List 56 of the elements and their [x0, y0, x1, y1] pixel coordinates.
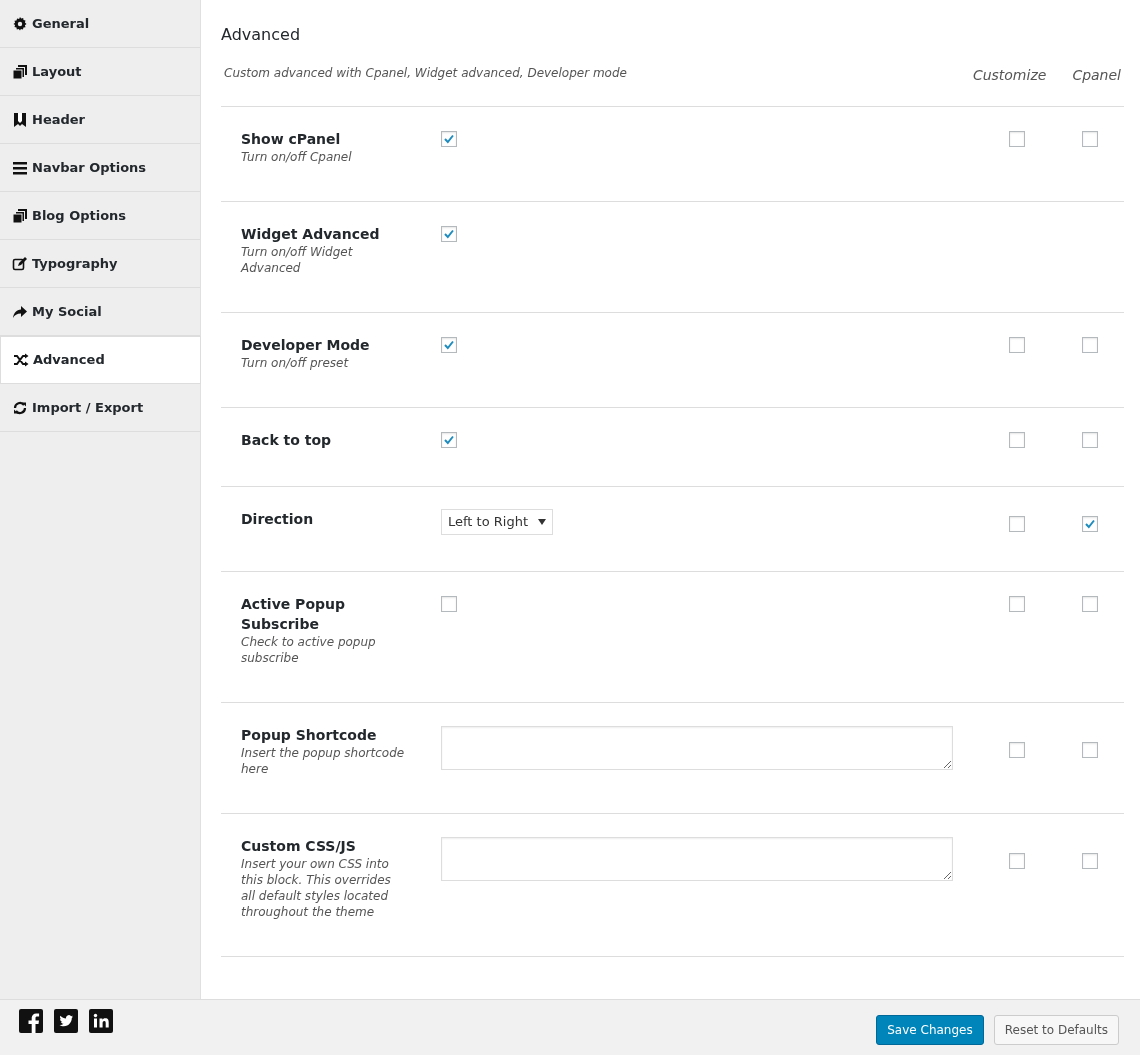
option-description: Turn on/off Cpanel: [241, 149, 353, 165]
checkbox[interactable]: [441, 226, 457, 242]
section-title: Advanced: [221, 24, 302, 46]
option-title: Direction: [241, 510, 315, 529]
checkbox[interactable]: [1009, 742, 1025, 758]
option-title: Custom CSS/JS: [241, 837, 357, 856]
gear-icon: [12, 15, 28, 32]
checkbox[interactable]: [1082, 596, 1098, 612]
option-title: Show cPanel: [241, 130, 342, 149]
option-description: Turn on/off Widget Advanced: [241, 244, 354, 276]
menu-icon: [12, 159, 28, 176]
refresh-icon: [12, 399, 28, 416]
column-header: Cpanel: [1072, 66, 1121, 85]
checkbox[interactable]: [1082, 516, 1098, 532]
column-header: Customize: [972, 66, 1047, 85]
checkbox[interactable]: [1082, 337, 1098, 353]
checkbox[interactable]: [441, 131, 457, 147]
save-button[interactable]: Save Changes: [876, 1014, 984, 1045]
checkbox[interactable]: [1082, 742, 1098, 758]
option-description: Insert the popup shortcode here: [241, 745, 406, 777]
stacked-pages-icon: [12, 207, 28, 224]
facebook-icon[interactable]: [19, 1008, 43, 1033]
bookmark-icon: [12, 111, 28, 128]
option-title: Active Popup Subscribe: [241, 595, 346, 634]
option-description: Check to active popup subscribe: [241, 634, 377, 666]
checkbox[interactable]: [1009, 432, 1025, 448]
caret-icon: [538, 519, 546, 525]
edit-icon: [12, 255, 28, 272]
checkbox[interactable]: [441, 432, 457, 448]
checkbox[interactable]: [1082, 131, 1098, 147]
checkbox[interactable]: [1009, 596, 1025, 612]
option-title: Developer Mode: [241, 336, 371, 355]
stacked-pages-icon: [12, 63, 28, 80]
reset-button[interactable]: Reset to Defaults: [993, 1014, 1119, 1045]
direction-select[interactable]: Left to Right: [441, 509, 553, 535]
option-description: Turn on/off preset: [241, 355, 350, 371]
option-description: Insert your own CSS into this block. This overrides all default styles located throughout the theme: [241, 856, 392, 920]
text-area-field[interactable]: [441, 726, 953, 770]
option-title: Widget Advanced: [241, 225, 381, 244]
share-arrow-icon: [12, 303, 28, 320]
option-title: Back to top: [241, 431, 333, 450]
text-area-field[interactable]: [441, 837, 953, 881]
linkedin-icon[interactable]: [89, 1008, 113, 1033]
checkbox[interactable]: [441, 596, 457, 612]
checkbox[interactable]: [1009, 131, 1025, 147]
option-title: Popup Shortcode: [241, 726, 378, 745]
twitter-icon[interactable]: [54, 1008, 78, 1033]
checkbox[interactable]: [1082, 853, 1098, 869]
sidebar-tab[interactable]: Advanced: [0, 336, 201, 384]
checkbox[interactable]: [1009, 853, 1025, 869]
checkbox[interactable]: [1082, 432, 1098, 448]
checkbox[interactable]: [1009, 337, 1025, 353]
shuffle-icon: [13, 352, 29, 368]
checkbox[interactable]: [441, 337, 457, 353]
section-description: Custom advanced with Cpanel, Widget advanced, Developer mode: [223, 65, 627, 82]
checkbox[interactable]: [1009, 516, 1025, 532]
